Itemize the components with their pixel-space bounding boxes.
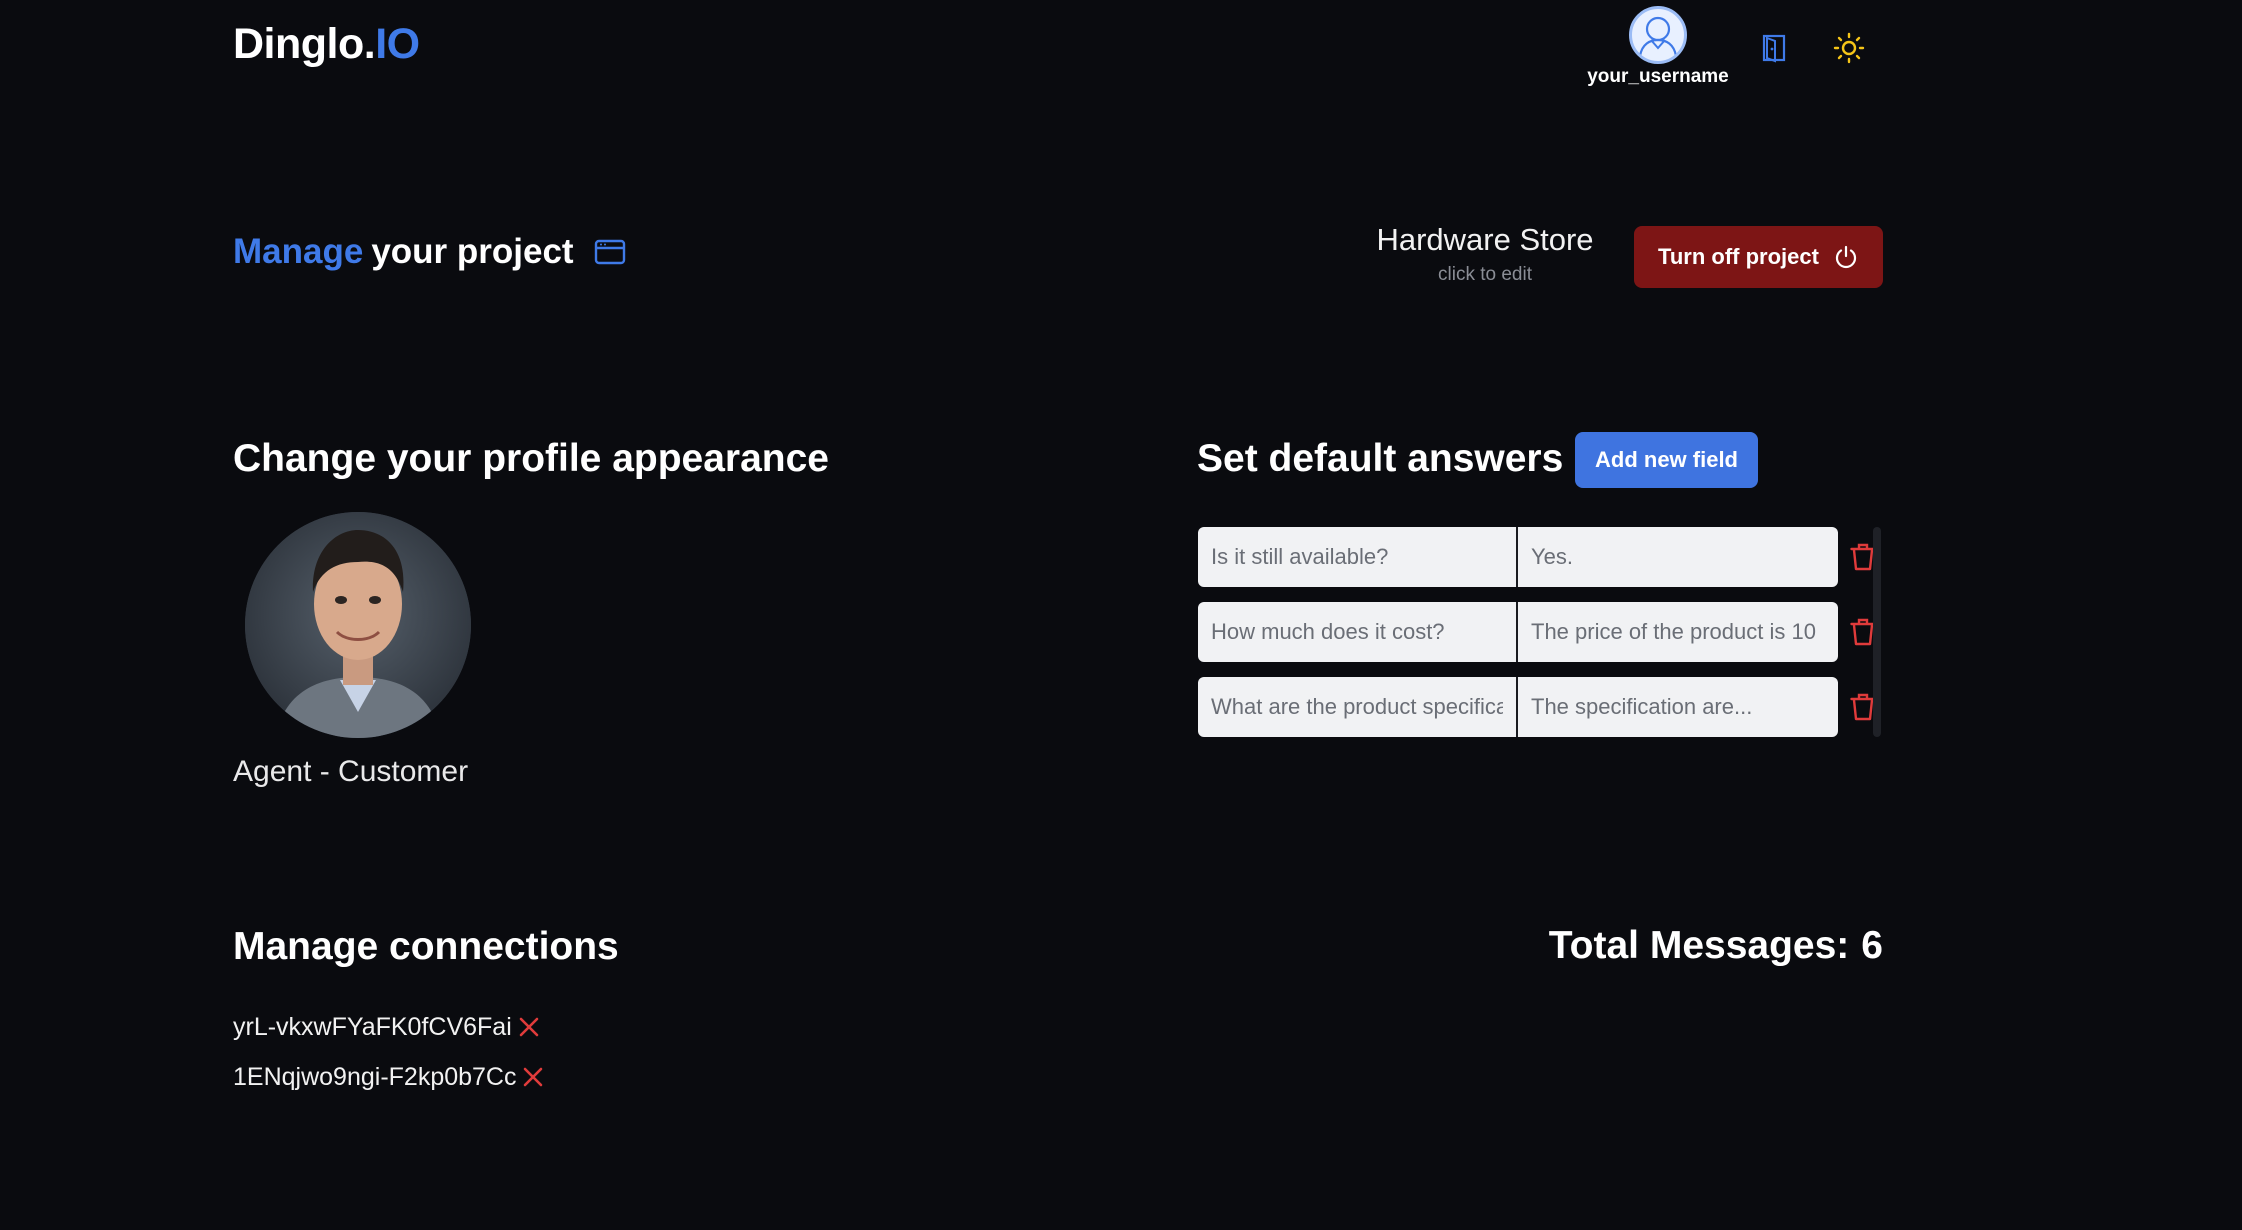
- default-answers-list: [1198, 527, 1888, 752]
- exit-door-icon[interactable]: [1756, 30, 1792, 66]
- manage-title-rest: your project: [371, 232, 574, 271]
- manage-title-accent: Manage: [233, 232, 364, 271]
- manage-project-title: Manage your project: [233, 232, 626, 272]
- total-messages-label: Total Messages:: [1548, 924, 1850, 967]
- user-menu[interactable]: your_username: [1580, 6, 1736, 88]
- answer-row: [1198, 677, 1888, 737]
- answer-row: [1198, 527, 1888, 587]
- total-messages-value: 6: [1861, 924, 1883, 967]
- question-input[interactable]: [1198, 527, 1518, 587]
- question-input[interactable]: [1198, 677, 1518, 737]
- power-icon: [1833, 244, 1859, 270]
- logo-accent: IO: [375, 20, 420, 68]
- connection-item: yrL-vkxwFYaFK0fCV6Fai: [233, 1002, 546, 1052]
- answer-row: [1198, 602, 1888, 662]
- logo[interactable]: Dinglo.IO: [233, 20, 420, 69]
- answer-input[interactable]: [1518, 677, 1838, 737]
- answers-scrollbar[interactable]: [1873, 527, 1881, 737]
- project-name-editor[interactable]: Hardware Store click to edit: [1330, 222, 1640, 286]
- close-x-icon[interactable]: [516, 1014, 542, 1040]
- connection-id: yrL-vkxwFYaFK0fCV6Fai: [233, 1012, 512, 1041]
- connections-list: yrL-vkxwFYaFK0fCV6Fai 1ENqjwo9ngi-F2kp0b…: [233, 1002, 546, 1102]
- connection-id: 1ENqjwo9ngi-F2kp0b7Cc: [233, 1062, 517, 1091]
- turn-off-label: Turn off project: [1658, 244, 1819, 269]
- answer-input[interactable]: [1518, 527, 1838, 587]
- close-x-icon[interactable]: [520, 1064, 546, 1090]
- agent-label: Agent - Customer: [233, 755, 469, 788]
- profile-heading: Change your profile appearance: [233, 437, 829, 480]
- total-messages: Total Messages: 6: [1549, 924, 1883, 968]
- answer-input[interactable]: [1518, 602, 1838, 662]
- project-edit-hint: click to edit: [1438, 264, 1532, 285]
- logo-main: Dinglo.: [233, 20, 376, 68]
- username: your_username: [1587, 66, 1729, 87]
- connections-heading: Manage connections: [233, 925, 619, 968]
- project-name: Hardware Store: [1376, 222, 1594, 257]
- window-icon[interactable]: [594, 238, 626, 266]
- default-answers-heading: Set default answers: [1197, 437, 1564, 480]
- page: Dinglo.IO your_username Manage your proj…: [0, 0, 2242, 1230]
- add-new-field-button[interactable]: Add new field: [1575, 432, 1758, 488]
- sun-icon[interactable]: [1831, 30, 1867, 66]
- question-input[interactable]: [1198, 602, 1518, 662]
- user-avatar-icon: [1629, 6, 1687, 64]
- connection-item: 1ENqjwo9ngi-F2kp0b7Cc: [233, 1052, 546, 1102]
- profile-avatar[interactable]: [245, 512, 471, 738]
- turn-off-project-button[interactable]: Turn off project: [1634, 226, 1883, 288]
